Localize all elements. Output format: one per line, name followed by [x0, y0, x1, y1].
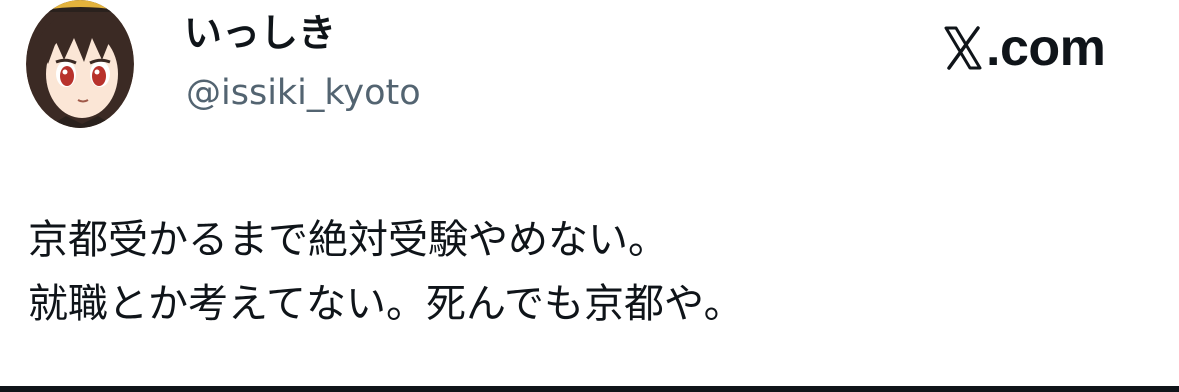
tweet-card: いっしき @issiki_kyoto .com 京都受かるまで絶対受験やめない。…	[0, 0, 1179, 392]
avatar[interactable]	[26, 0, 134, 128]
tweet-body: 京都受かるまで絶対受験やめない。 就職とか考えてない。死んでも京都や。	[28, 208, 1158, 336]
x-logo-icon	[944, 26, 982, 70]
brand-watermark: .com	[944, 18, 1106, 78]
author-display-name[interactable]: いっしき	[184, 8, 336, 58]
tweet-line: 京都受かるまで絶対受験やめない。	[28, 217, 668, 263]
author-handle[interactable]: @issiki_kyoto	[186, 70, 421, 116]
divider	[0, 386, 1179, 392]
brand-text: .com	[986, 19, 1106, 77]
tweet-line: 就職とか考えてない。死んでも京都や。	[28, 281, 744, 327]
anime-character-avatar-icon	[26, 0, 134, 128]
